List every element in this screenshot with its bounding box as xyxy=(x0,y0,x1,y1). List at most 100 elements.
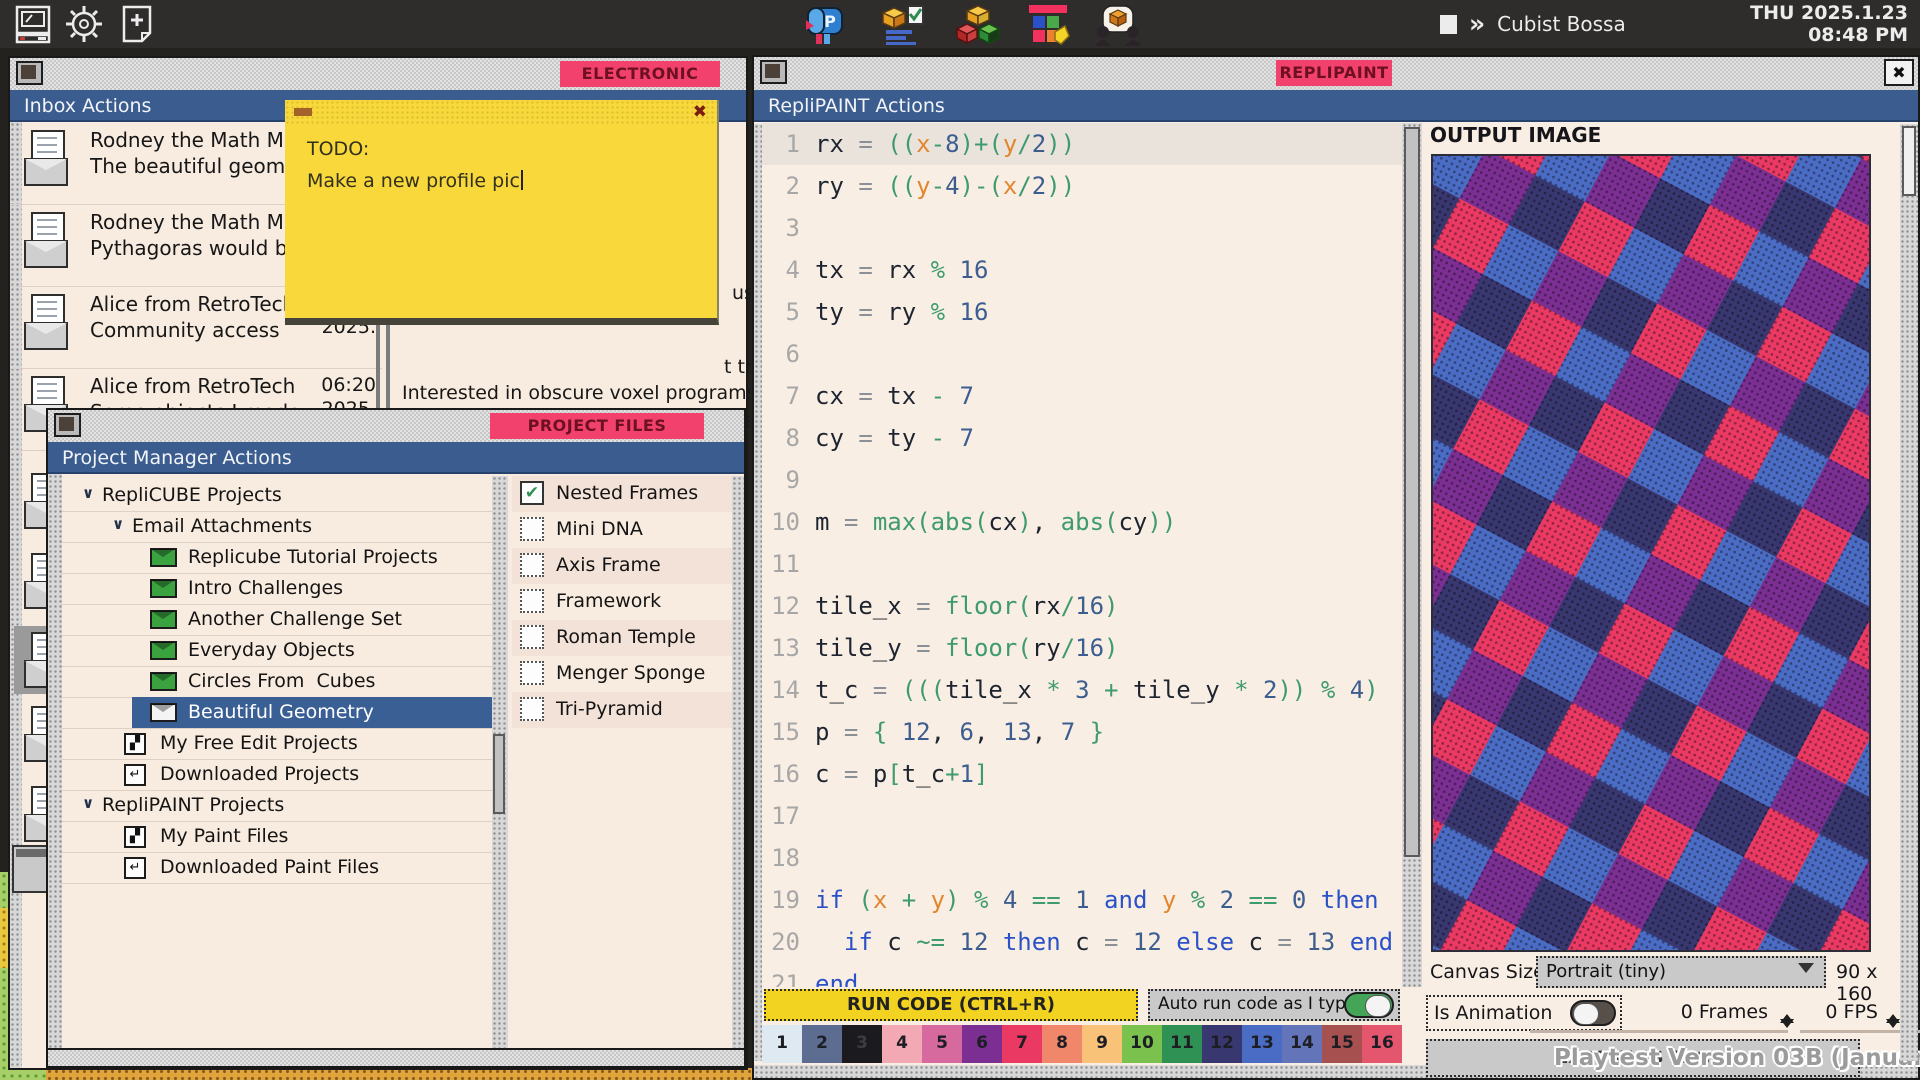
tree-item[interactable]: Everyday Objects xyxy=(62,635,492,667)
palette-color-7[interactable]: 7 xyxy=(1002,1025,1042,1063)
pm-window-menu-button[interactable] xyxy=(54,413,81,437)
pm-title-bar[interactable]: PROJECT FILES MANAGER xyxy=(48,410,744,444)
code-line[interactable]: 14t_c = (((tile_x * 3 + tile_y * 2)) % 4… xyxy=(762,669,1402,711)
rp-right-scrollbar[interactable] xyxy=(1900,124,1918,1061)
palette-color-4[interactable]: 4 xyxy=(882,1025,922,1063)
file-row[interactable]: ✔Nested Frames xyxy=(512,476,734,512)
autorun-toggle[interactable] xyxy=(1344,992,1394,1018)
settings-gear-icon[interactable] xyxy=(64,4,104,44)
palette-color-16[interactable]: 16 xyxy=(1362,1025,1402,1063)
frames-stepper[interactable] xyxy=(1780,995,1794,1028)
code-line[interactable]: 5ty = ry % 16 xyxy=(762,291,1402,333)
pm-right-scroll-strip[interactable] xyxy=(732,476,744,1050)
tree-item[interactable]: ∨Email Attachments xyxy=(62,511,492,543)
mailbox-app-icon[interactable]: P xyxy=(800,4,846,46)
tree-item[interactable]: Replicube Tutorial Projects xyxy=(62,542,492,574)
checkbox[interactable] xyxy=(520,553,544,577)
palette-color-12[interactable]: 12 xyxy=(1202,1025,1242,1063)
chevron-down-icon[interactable]: ∨ xyxy=(82,794,94,812)
cubes-app-icon[interactable] xyxy=(955,4,1001,46)
code-line[interactable]: 10m = max(abs(cx), abs(cy)) xyxy=(762,501,1402,543)
sticky-note-minimize-icon[interactable] xyxy=(294,108,312,116)
code-line[interactable]: 18 xyxy=(762,837,1402,879)
code-line[interactable]: 15p = { 12, 6, 13, 7 } xyxy=(762,711,1402,753)
file-row[interactable]: Roman Temple xyxy=(512,620,734,656)
rp-close-button[interactable]: ✖ xyxy=(1884,59,1914,86)
palette-color-9[interactable]: 9 xyxy=(1082,1025,1122,1063)
rp-right-scroll-thumb[interactable] xyxy=(1902,126,1916,196)
mini-window-icon[interactable] xyxy=(12,845,50,893)
code-scroll-thumb[interactable] xyxy=(1404,127,1420,857)
checkbox[interactable] xyxy=(520,589,544,613)
tree-item[interactable]: Circles From Cubes xyxy=(62,666,492,698)
tree-item[interactable]: ↵Downloaded Projects xyxy=(62,759,492,791)
tree-item[interactable]: ∨RepliPAINT Projects xyxy=(62,790,492,822)
tree-item[interactable]: ∨RepliCUBE Projects xyxy=(62,480,492,512)
palette-color-1[interactable]: 1 xyxy=(762,1025,802,1063)
computer-icon[interactable] xyxy=(14,4,52,44)
palette-color-14[interactable]: 14 xyxy=(1282,1025,1322,1063)
code-line[interactable]: 16c = p[t_c+1] xyxy=(762,753,1402,795)
code-line[interactable]: 8cy = ty - 7 xyxy=(762,417,1402,459)
chevron-down-icon[interactable]: ∨ xyxy=(82,484,94,502)
palette-color-2[interactable]: 2 xyxy=(802,1025,842,1063)
code-line[interactable]: 1rx = ((x-8)+(y/2)) xyxy=(762,123,1402,165)
music-skip-icon[interactable]: » xyxy=(1469,14,1485,34)
code-line[interactable]: 13tile_y = floor(ry/16) xyxy=(762,627,1402,669)
code-line[interactable]: 11 xyxy=(762,543,1402,585)
pm-tree-scroll-thumb[interactable] xyxy=(493,734,505,814)
sticky-note-title-bar[interactable] xyxy=(285,100,717,124)
sticky-note-body-text[interactable]: Make a new profile pic xyxy=(307,170,523,192)
inbox-title-bar[interactable]: ELECTRONIC INBOX xyxy=(10,58,746,92)
code-line[interactable]: 4tx = rx % 16 xyxy=(762,249,1402,291)
rp-actions-menu[interactable]: RepliPAINT Actions xyxy=(754,90,1918,122)
tree-item[interactable]: Another Challenge Set xyxy=(62,604,492,636)
rp-window-menu-button[interactable] xyxy=(760,60,787,84)
is-animation-toggle[interactable] xyxy=(1570,1000,1616,1026)
paint-grid-app-icon[interactable] xyxy=(1025,4,1071,46)
code-line[interactable]: 7cx = tx - 7 xyxy=(762,375,1402,417)
cube-checklist-app-icon[interactable] xyxy=(880,4,926,46)
file-row[interactable]: Tri-Pyramid xyxy=(512,692,734,728)
palette-color-8[interactable]: 8 xyxy=(1042,1025,1082,1063)
pm-actions-menu[interactable]: Project Manager Actions xyxy=(48,442,744,474)
code-line[interactable]: 9 xyxy=(762,459,1402,501)
canvas-size-select[interactable]: Portrait (tiny) xyxy=(1536,956,1826,988)
fps-stepper[interactable] xyxy=(1886,995,1900,1028)
code-line[interactable]: 2ry = ((y-4)-(x/2)) xyxy=(762,165,1402,207)
checkbox[interactable] xyxy=(520,697,544,721)
output-image[interactable] xyxy=(1431,154,1871,952)
inbox-window-menu-button[interactable] xyxy=(16,61,43,85)
file-row[interactable]: Mini DNA xyxy=(512,512,734,548)
tree-item[interactable]: Intro Challenges xyxy=(62,573,492,605)
code-line[interactable]: 12tile_x = floor(rx/16) xyxy=(762,585,1402,627)
palette-color-6[interactable]: 6 xyxy=(962,1025,1002,1063)
code-editor[interactable]: 1rx = ((x-8)+(y/2))2ry = ((y-4)-(x/2))34… xyxy=(762,123,1402,987)
checkbox[interactable] xyxy=(520,517,544,541)
tree-item[interactable]: ▞My Paint Files xyxy=(62,821,492,853)
music-stop-icon[interactable] xyxy=(1440,15,1457,34)
rp-title-bar[interactable]: REPLIPAINT ✖ xyxy=(754,57,1918,92)
palette-color-5[interactable]: 5 xyxy=(922,1025,962,1063)
code-line[interactable]: 3 xyxy=(762,207,1402,249)
tree-item[interactable]: ▞My Free Edit Projects xyxy=(62,728,492,760)
checkbox[interactable] xyxy=(520,625,544,649)
file-row[interactable]: Framework xyxy=(512,584,734,620)
code-line[interactable]: 19if (x + y) % 4 == 1 and y % 2 == 0 the… xyxy=(762,879,1402,921)
palette-color-15[interactable]: 15 xyxy=(1322,1025,1362,1063)
tree-item[interactable]: ↵Downloaded Paint Files xyxy=(62,852,492,884)
checkbox[interactable] xyxy=(520,661,544,685)
community-cube-app-icon[interactable] xyxy=(1095,4,1141,46)
code-line[interactable]: 17 xyxy=(762,795,1402,837)
new-file-icon[interactable] xyxy=(120,4,154,44)
run-code-button[interactable]: RUN CODE (CTRL+R) xyxy=(764,989,1138,1021)
chevron-down-icon[interactable]: ∨ xyxy=(112,515,124,533)
file-row[interactable]: Menger Sponge xyxy=(512,656,734,692)
palette-color-10[interactable]: 10 xyxy=(1122,1025,1162,1063)
palette-color-11[interactable]: 11 xyxy=(1162,1025,1202,1063)
code-line[interactable]: 20 if c ~= 12 then c = 12 else c = 13 en… xyxy=(762,921,1402,963)
palette-color-3[interactable]: 3 xyxy=(842,1025,882,1063)
sticky-note[interactable]: ✖ TODO: Make a new profile pic xyxy=(285,100,719,325)
checkbox[interactable]: ✔ xyxy=(520,481,544,505)
pm-bottom-resize-bar[interactable] xyxy=(48,1048,744,1066)
